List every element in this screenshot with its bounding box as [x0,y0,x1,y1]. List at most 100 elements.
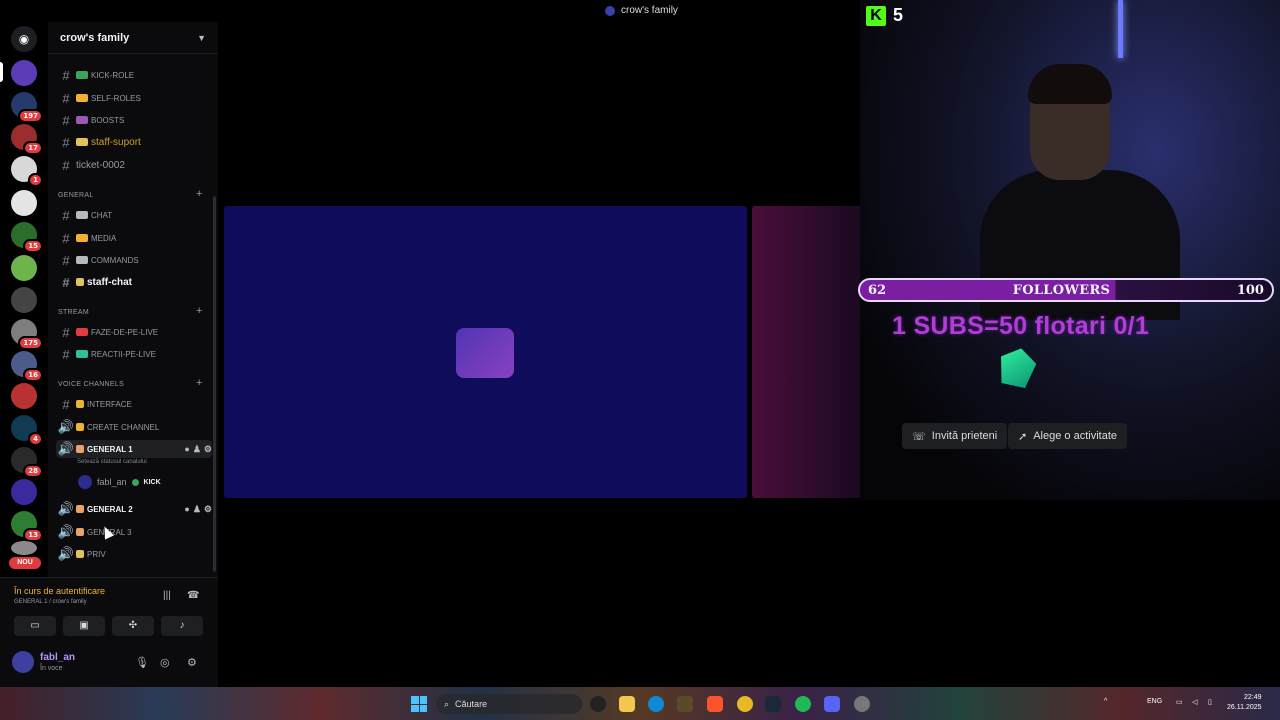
voice-channel-create[interactable]: 🔊 CREATE CHANNEL [56,418,212,436]
voice-channel-general-3[interactable]: 🔊 GENERAL 3 [56,523,212,541]
chat-icon[interactable]: ● [184,444,189,455]
microphone-icon[interactable]: 🎙 [135,656,149,669]
channel-faze-de-pe-live[interactable]: # FAZE-DE-PE-LIVE [56,323,212,341]
hash-icon: # [62,90,70,106]
gear-icon[interactable]: ⚙ [187,656,197,669]
server-icon[interactable]: 1 [11,156,43,187]
channel-self-roles[interactable]: # SELF-ROLES [56,89,212,107]
settings-app-icon[interactable] [854,696,870,712]
activities-button[interactable]: ✣ [112,616,154,636]
participant-tile[interactable] [752,206,860,498]
battery-icon[interactable]: ▯ [1208,698,1212,706]
mention-badge: 13 [23,528,43,542]
voice-channel-general-2[interactable]: 🔊 GENERAL 2 ● ♟ ⚙ [56,500,212,518]
channel-staff-chat[interactable]: # staff-chat [56,273,212,291]
gear-icon[interactable]: ⚙ [204,504,212,515]
invite-icon[interactable]: ♟ [193,504,201,515]
voice-channel-general-1[interactable]: 🔊 GENERAL 1 ● ♟ ⚙ [56,440,212,458]
add-channel-icon[interactable]: + [196,188,202,200]
gear-icon[interactable]: ⚙ [204,444,212,455]
hash-icon: # [62,396,70,412]
emoji-icon [76,350,88,358]
channel-commands[interactable]: # COMMANDS [56,251,212,269]
edge-icon[interactable] [648,696,664,712]
chrome-icon[interactable] [737,696,753,712]
server-icon[interactable]: 17 [11,124,43,155]
channel-reactii-pe-live[interactable]: # REACTII-PE-LIVE [56,345,212,363]
headphones-icon[interactable]: ◎ [160,656,170,669]
noise-suppression-icon[interactable]: ||| [163,590,171,601]
voice-channel-priv[interactable]: 🔊 PRIV [56,545,212,563]
hash-icon: # [62,157,70,173]
chat-icon[interactable]: ● [184,504,189,515]
participant-tile[interactable] [224,206,747,498]
soundboard-button[interactable]: ♪ [161,616,203,636]
voice-connection-location[interactable]: GENERAL 1 / crow's family [14,599,87,605]
server-icon[interactable] [11,383,37,409]
server-icon[interactable] [11,255,37,281]
channel-interface[interactable]: # INTERFACE [56,395,212,413]
voice-participant[interactable]: fabl_an KICK [78,475,161,489]
server-icon[interactable]: 4 [11,415,43,446]
discord-home-icon[interactable]: ◉ [11,26,37,52]
network-icon[interactable]: ▭ [1176,698,1183,706]
camera-toggle-button[interactable]: ▭ [14,616,56,636]
avatar[interactable] [12,651,34,673]
chevron-down-icon: ▼ [197,32,206,43]
channel-ticket[interactable]: # ticket-0002 [56,156,212,174]
mention-badge: 28 [23,464,43,478]
hash-icon: # [62,252,70,268]
start-button-icon[interactable] [411,696,427,712]
windows-taskbar: ⌕ Căutare ^ ENG ▭ ◁ ▯ 22:49 26.11.2025 [0,687,1280,720]
voice-status-hint[interactable]: Setează statusul canalului [77,459,147,465]
channel-kick-role[interactable]: # KICK-ROLE [56,66,212,84]
invite-friends-button[interactable]: ☏ Invită prieteni [902,423,1008,449]
server-icon[interactable] [11,190,37,216]
kick-viewer-counter: K 5 [866,5,903,26]
volume-icon[interactable]: ◁ [1192,698,1197,706]
category-voice-channels[interactable]: VOICE CHANNELS [58,381,124,388]
username[interactable]: fabl_an [40,652,75,663]
system-clock[interactable]: 22:49 26.11.2025 [1227,693,1262,713]
chevron-up-icon[interactable]: ^ [1104,698,1107,705]
steam-icon[interactable] [765,696,781,712]
choose-activity-button[interactable]: ➚ Alege o activitate [1008,423,1127,449]
server-icon[interactable] [11,541,37,555]
category-general[interactable]: GENERAL [58,192,94,199]
discord-icon[interactable] [824,696,840,712]
channel-media[interactable]: # MEDIA [56,229,212,247]
disconnect-icon[interactable]: ☎ [187,590,199,601]
channel-chat[interactable]: # CHAT [56,206,212,224]
language-indicator[interactable]: ENG [1147,698,1162,705]
taskbar-search[interactable]: ⌕ Căutare [436,694,582,714]
server-icon[interactable]: 28 [11,447,43,478]
user-panel: fabl_an În voce 🎙 ◎ ⚙ [0,643,218,687]
server-icon[interactable]: 13 [11,511,43,542]
sidebar-scrollbar[interactable] [213,196,216,572]
category-stream[interactable]: STREAM [58,309,89,316]
invite-icon[interactable]: ♟ [193,444,201,455]
mention-badge: 16 [23,368,43,382]
guild-header[interactable]: crow's family ▼ [48,22,218,54]
server-icon[interactable] [11,287,37,313]
server-icon[interactable]: 175 [11,319,43,350]
minecraft-icon[interactable] [677,696,693,712]
add-channel-icon[interactable]: + [196,377,202,389]
spotify-icon[interactable] [795,696,811,712]
screen-share-button[interactable]: ▣ [63,616,105,636]
server-icon[interactable]: 15 [11,222,43,253]
voice-connection-status[interactable]: În curs de autentificare [14,586,105,596]
server-icon[interactable]: 16 [11,351,43,382]
kick-logo-icon: K [866,5,886,26]
file-explorer-icon[interactable] [619,696,635,712]
add-channel-icon[interactable]: + [196,305,202,317]
emoji-icon [76,528,84,536]
obs-icon[interactable] [590,696,606,712]
server-icon[interactable]: 197 [11,92,43,123]
channel-boosts[interactable]: # BOOSTS [56,111,212,129]
channel-staff-suport[interactable]: # staff-suport [56,133,212,151]
server-icon[interactable] [11,479,37,505]
server-icon[interactable] [11,60,37,86]
channel-controls: ● ♟ ⚙ [184,444,212,455]
brave-icon[interactable] [707,696,723,712]
